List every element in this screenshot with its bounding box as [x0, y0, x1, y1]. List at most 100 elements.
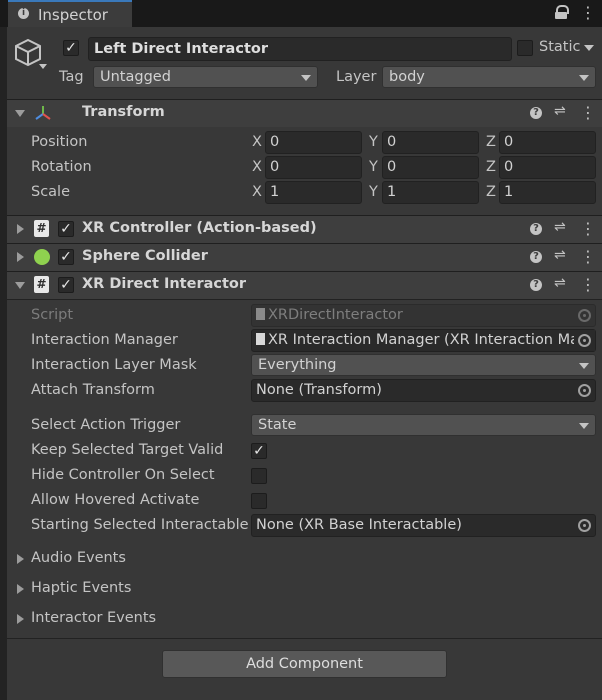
preset-icon[interactable]: ⇌ [554, 247, 566, 263]
rotation-z-field[interactable]: 0 [499, 156, 596, 179]
sphere-collider-icon [34, 249, 50, 265]
xr-direct-interactor-title: XR Direct Interactor [82, 276, 247, 292]
allow-hovered-label: Allow Hovered Activate [31, 492, 200, 508]
left-edge [0, 27, 7, 700]
static-caret-icon[interactable] [584, 45, 594, 51]
position-x-label[interactable]: X [252, 134, 262, 150]
xr-controller-enabled-checkbox[interactable]: ✓ [58, 221, 74, 237]
static-checkbox[interactable] [517, 40, 533, 56]
layer-mask-label: Interaction Layer Mask [31, 357, 197, 373]
keep-selected-checkbox[interactable]: ✓ [251, 443, 267, 459]
rotation-z-label[interactable]: Z [486, 159, 496, 175]
transform-title: Transform [82, 104, 165, 120]
interactor-events-foldout[interactable]: Interactor Events [31, 610, 156, 626]
interaction-manager-label: Interaction Manager [31, 332, 178, 348]
allow-hovered-checkbox[interactable] [251, 493, 267, 509]
script-value: XRDirectInteractor [268, 307, 403, 323]
script-icon: # [34, 276, 49, 293]
caret-icon [579, 363, 589, 369]
tab-menu-icon[interactable]: ⋮ [580, 3, 596, 22]
chevron-down-icon[interactable] [39, 64, 47, 69]
checkmark-icon: ✓ [60, 221, 72, 237]
scale-y-field[interactable]: 1 [382, 181, 479, 204]
checkmark-icon: ✓ [65, 40, 77, 56]
rotation-x-label[interactable]: X [252, 159, 262, 175]
object-picker-icon [578, 309, 591, 322]
select-trigger-label: Select Action Trigger [31, 417, 181, 433]
position-z-field[interactable]: 0 [499, 131, 596, 154]
foldout-closed-icon[interactable] [17, 584, 24, 594]
context-menu-icon[interactable]: ⋮ [580, 247, 596, 266]
attach-transform-label: Attach Transform [31, 382, 155, 398]
object-picker-icon[interactable] [578, 519, 591, 532]
position-label: Position [31, 134, 88, 150]
layer-value: body [389, 69, 425, 85]
foldout-open-icon[interactable] [15, 282, 25, 289]
script-field: XRDirectInteractor [251, 304, 596, 327]
scale-x-field[interactable]: 1 [265, 181, 362, 204]
keep-selected-label: Keep Selected Target Valid [31, 442, 224, 458]
xr-direct-interactor-enabled-checkbox[interactable]: ✓ [58, 277, 74, 293]
position-y-label[interactable]: Y [369, 134, 378, 150]
name-field[interactable]: Left Direct Interactor [88, 37, 512, 61]
add-component-button[interactable]: Add Component [162, 650, 447, 678]
divider [7, 638, 602, 639]
select-trigger-value: State [258, 417, 297, 433]
help-icon[interactable]: ? [530, 279, 542, 291]
help-icon[interactable]: ? [530, 107, 542, 119]
help-icon[interactable]: ? [530, 223, 542, 235]
checkmark-icon: ✓ [60, 277, 72, 293]
foldout-open-icon[interactable] [15, 110, 25, 117]
layer-label: Layer [336, 69, 377, 85]
caret-icon [579, 423, 589, 429]
active-checkbox[interactable]: ✓ [63, 40, 79, 56]
position-x-field[interactable]: 0 [265, 131, 362, 154]
preset-icon[interactable]: ⇌ [554, 275, 566, 291]
sphere-collider-enabled-checkbox[interactable]: ✓ [58, 249, 74, 265]
checkmark-icon: ✓ [253, 443, 265, 459]
inspector-tab[interactable]: i Inspector [8, 0, 132, 27]
context-menu-icon[interactable]: ⋮ [580, 275, 596, 294]
rotation-y-label[interactable]: Y [369, 159, 378, 175]
context-menu-icon[interactable]: ⋮ [580, 219, 596, 238]
layer-mask-dropdown[interactable]: Everything [251, 354, 596, 376]
foldout-closed-icon[interactable] [17, 614, 24, 624]
tag-value: Untagged [100, 69, 171, 85]
tag-label: Tag [59, 69, 84, 85]
position-y-field[interactable]: 0 [382, 131, 479, 154]
script-file-icon [256, 308, 265, 320]
foldout-closed-icon[interactable] [17, 554, 24, 564]
transform-icon [34, 104, 52, 126]
audio-events-foldout[interactable]: Audio Events [31, 550, 126, 566]
foldout-closed-icon[interactable] [17, 224, 24, 234]
context-menu-icon[interactable]: ⋮ [580, 103, 596, 122]
haptic-events-foldout[interactable]: Haptic Events [31, 580, 131, 596]
component-file-icon [256, 333, 265, 345]
tag-dropdown[interactable]: Untagged [93, 66, 318, 88]
scale-z-field[interactable]: 1 [499, 181, 596, 204]
rotation-y-field[interactable]: 0 [382, 156, 479, 179]
select-trigger-dropdown[interactable]: State [251, 414, 596, 436]
help-icon[interactable]: ? [530, 251, 542, 263]
scale-x-label[interactable]: X [252, 184, 262, 200]
rotation-x-field[interactable]: 0 [265, 156, 362, 179]
preset-icon[interactable]: ⇌ [554, 103, 566, 119]
divider [7, 299, 602, 300]
scale-y-label[interactable]: Y [369, 184, 378, 200]
starting-selected-field[interactable]: None (XR Base Interactable) [251, 514, 596, 537]
layer-dropdown[interactable]: body [382, 66, 596, 88]
position-z-label[interactable]: Z [486, 134, 496, 150]
preset-icon[interactable]: ⇌ [554, 219, 566, 235]
object-picker-icon[interactable] [578, 334, 591, 347]
hide-controller-checkbox[interactable] [251, 468, 267, 484]
script-label: Script [31, 307, 74, 323]
interaction-manager-field[interactable]: XR Interaction Manager (XR Interaction M… [251, 329, 596, 352]
caret-icon [579, 75, 589, 81]
foldout-closed-icon[interactable] [17, 252, 24, 262]
attach-transform-field[interactable]: None (Transform) [251, 379, 596, 402]
interaction-manager-value: XR Interaction Manager (XR Interaction M… [268, 332, 580, 348]
info-icon: i [18, 8, 29, 19]
static-label: Static [539, 39, 581, 55]
scale-z-label[interactable]: Z [486, 184, 496, 200]
object-picker-icon[interactable] [578, 384, 591, 397]
